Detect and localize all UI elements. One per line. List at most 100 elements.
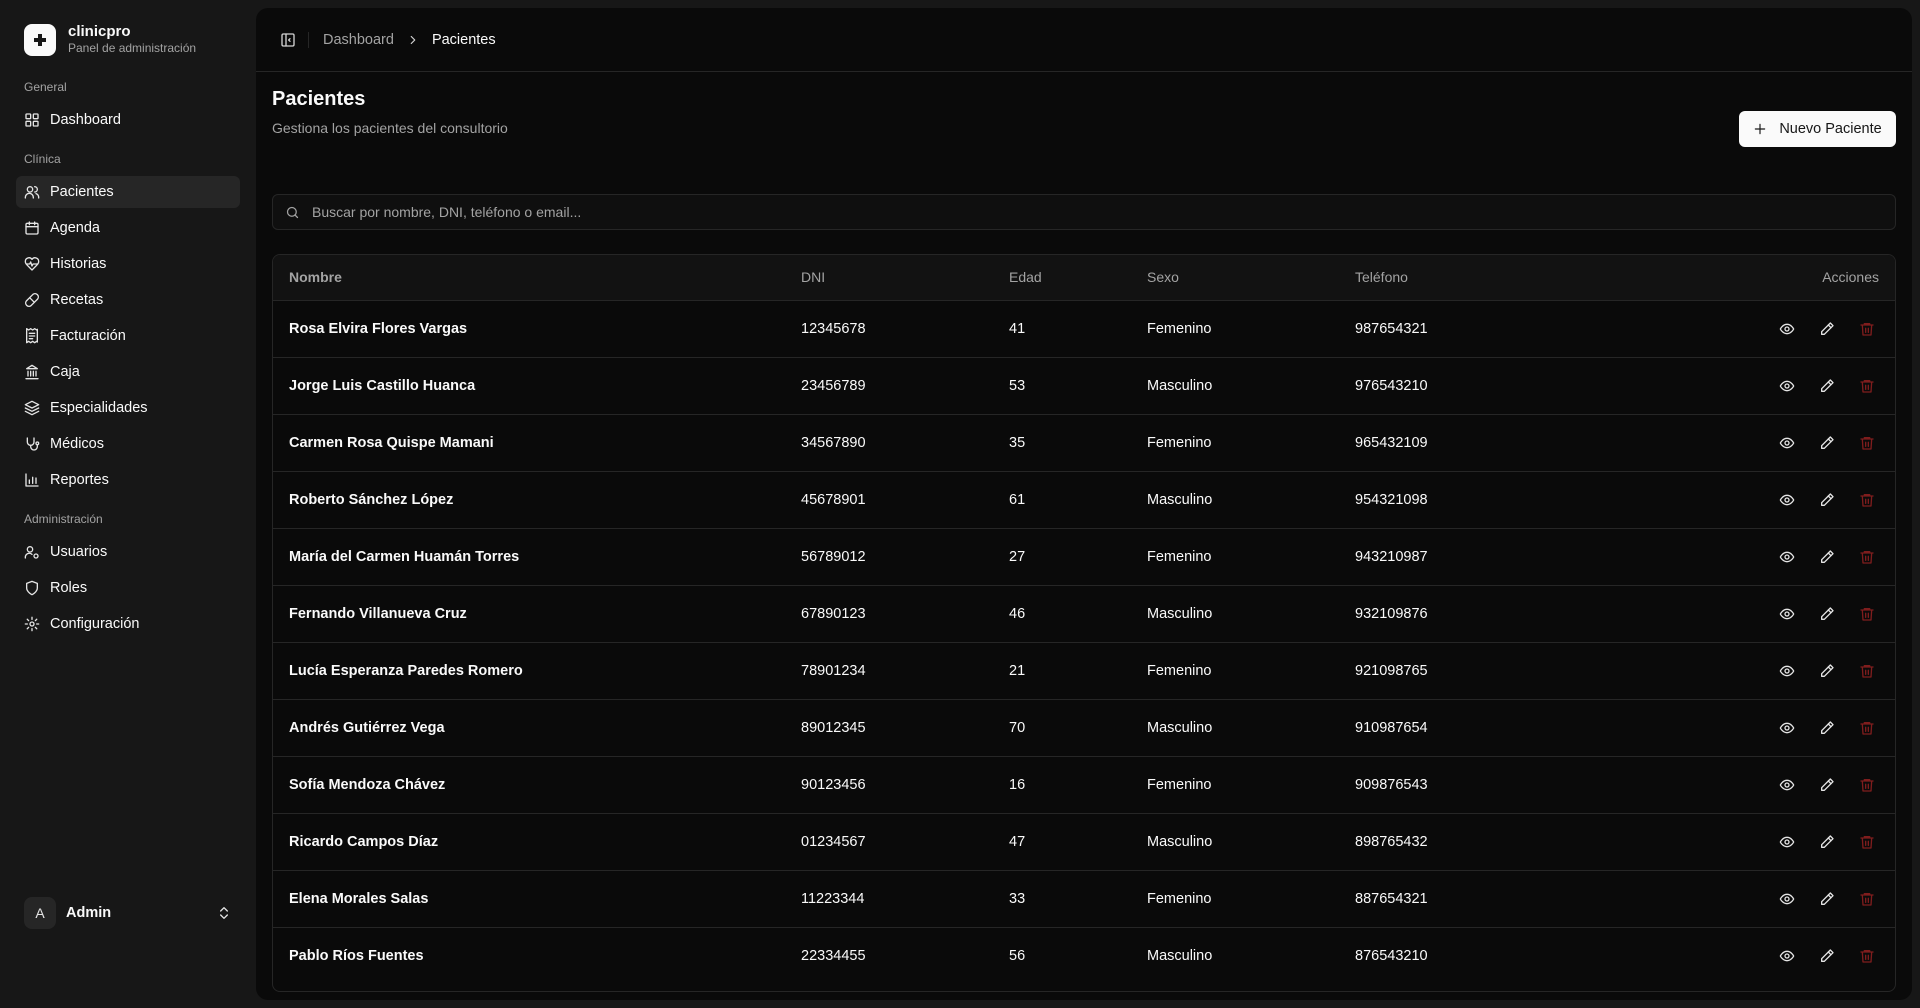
breadcrumb-dashboard[interactable]: Dashboard [323, 32, 394, 48]
view-button[interactable] [1775, 830, 1799, 854]
pencil-icon [1821, 321, 1834, 335]
delete-button[interactable] [1855, 488, 1879, 512]
trash-icon [1860, 607, 1874, 621]
sidebar-item-label: Roles [50, 580, 88, 596]
delete-button[interactable] [1855, 602, 1879, 626]
eye-icon [1779, 323, 1795, 334]
view-button[interactable] [1775, 431, 1799, 455]
edit-button[interactable] [1815, 830, 1839, 854]
view-button[interactable] [1775, 773, 1799, 797]
sidebar-item-especialidades[interactable]: Especialidades [16, 392, 240, 424]
patient-age: 35 [1009, 414, 1147, 472]
patient-name: Rosa Elvira Flores Vargas [273, 300, 801, 358]
view-button[interactable] [1775, 374, 1799, 398]
trash-icon [1860, 493, 1874, 507]
patient-phone: 887654321 [1355, 870, 1655, 928]
patient-sex: Femenino [1147, 414, 1355, 472]
user-menu[interactable]: A Admin [16, 895, 240, 931]
receipt-icon [26, 328, 38, 344]
table-row: Andrés Gutiérrez Vega 89012345 70 Masculino… [273, 699, 1895, 757]
edit-button[interactable] [1815, 374, 1839, 398]
delete-button[interactable] [1855, 944, 1879, 968]
pencil-icon [1821, 777, 1834, 791]
column-header-dni: DNI [801, 255, 1009, 301]
edit-button[interactable] [1815, 602, 1839, 626]
patient-sex: Femenino [1147, 642, 1355, 700]
group-label-clinica: Clínica [24, 152, 61, 166]
column-header-age: Edad [1009, 255, 1147, 301]
patient-dni: 12345678 [801, 300, 1009, 358]
view-button[interactable] [1775, 545, 1799, 569]
edit-button[interactable] [1815, 659, 1839, 683]
sidebar-item-agenda[interactable]: Agenda [16, 212, 240, 244]
patients-table-container: Nombre DNI Edad Sexo Teléfono Acciones R… [272, 254, 1896, 992]
view-button[interactable] [1775, 317, 1799, 341]
patient-age: 56 [1009, 947, 1026, 964]
view-button[interactable] [1775, 488, 1799, 512]
search-input[interactable] [312, 204, 1895, 220]
sidebar-item-label: Configuración [50, 616, 140, 632]
patient-age: 16 [1009, 756, 1147, 814]
delete-button[interactable] [1855, 887, 1879, 911]
patients-table: Nombre DNI Edad Sexo Teléfono Acciones R… [273, 255, 1895, 984]
user-cog-icon [24, 546, 39, 559]
chevrons-up-down-icon [220, 907, 228, 919]
row-actions [1655, 300, 1895, 358]
row-actions [1655, 927, 1895, 984]
table-row: Roberto Sánchez López 45678901 61 Masculino… [273, 471, 1895, 529]
edit-button[interactable] [1815, 545, 1839, 569]
sidebar-item-recetas[interactable]: Recetas [16, 284, 240, 316]
sidebar-item-pacientes[interactable]: Pacientes [16, 176, 240, 208]
delete-button[interactable] [1855, 659, 1879, 683]
patient-sex: Masculino [1147, 813, 1355, 871]
sidebar-item-medicos[interactable]: Médicos [16, 428, 240, 460]
delete-button[interactable] [1855, 374, 1879, 398]
sidebar-item-configuracion[interactable]: Configuración [16, 608, 240, 640]
delete-button[interactable] [1855, 830, 1879, 854]
sidebar-item-label: Reportes [50, 472, 109, 488]
view-button[interactable] [1775, 944, 1799, 968]
delete-button[interactable] [1855, 431, 1879, 455]
view-button[interactable] [1775, 659, 1799, 683]
pencil-icon [1821, 606, 1834, 620]
edit-button[interactable] [1815, 716, 1839, 740]
sidebar-item-caja[interactable]: Caja [16, 356, 240, 388]
edit-button[interactable] [1815, 773, 1839, 797]
table-header-row: Nombre DNI Edad Sexo Teléfono Acciones [273, 255, 1895, 301]
edit-button[interactable] [1815, 944, 1839, 968]
sidebar-item-usuarios[interactable]: Usuarios [16, 536, 240, 568]
table-row: Pablo Ríos Fuentes 22334455 56 Masculino 876… [273, 927, 1895, 984]
delete-button[interactable] [1855, 317, 1879, 341]
delete-button[interactable] [1855, 716, 1879, 740]
sidebar-item-label: Recetas [50, 292, 104, 308]
sidebar-item-dashboard[interactable]: Dashboard [16, 104, 240, 136]
sidebar-item-reportes[interactable]: Reportes [16, 464, 240, 496]
patient-age: 46 [1009, 585, 1147, 643]
edit-button[interactable] [1815, 317, 1839, 341]
delete-button[interactable] [1855, 545, 1879, 569]
edit-button[interactable] [1815, 431, 1839, 455]
patient-name: María del Carmen Huamán Torres [273, 528, 801, 586]
brand-name: clinicpro [68, 23, 131, 40]
patient-phone: 921098765 [1355, 642, 1655, 700]
grid-icon [25, 113, 39, 127]
sidebar-item-historias[interactable]: Historias [16, 248, 240, 280]
view-button[interactable] [1775, 602, 1799, 626]
view-button[interactable] [1775, 887, 1799, 911]
patient-dni: 78901234 [801, 642, 1009, 700]
edit-button[interactable] [1815, 887, 1839, 911]
patient-name: Lucía Esperanza Paredes Romero [273, 642, 801, 700]
sidebar-item-roles[interactable]: Roles [16, 572, 240, 604]
patient-phone: 954321098 [1355, 471, 1655, 529]
view-button[interactable] [1775, 716, 1799, 740]
edit-button[interactable] [1815, 488, 1839, 512]
brand[interactable]: clinicpro Panel de administración [24, 23, 196, 56]
patient-sex: Masculino [1147, 471, 1355, 529]
sidebar-item-facturacion[interactable]: Facturación [16, 320, 240, 352]
patient-name: Sofía Mendoza Chávez [273, 756, 801, 814]
sidebar-item-label: Agenda [50, 220, 100, 236]
new-patient-button[interactable]: Nuevo Paciente [1739, 111, 1896, 147]
delete-button[interactable] [1855, 773, 1879, 797]
sidebar-toggle-button[interactable] [274, 26, 302, 54]
pencil-icon [1821, 949, 1834, 962]
